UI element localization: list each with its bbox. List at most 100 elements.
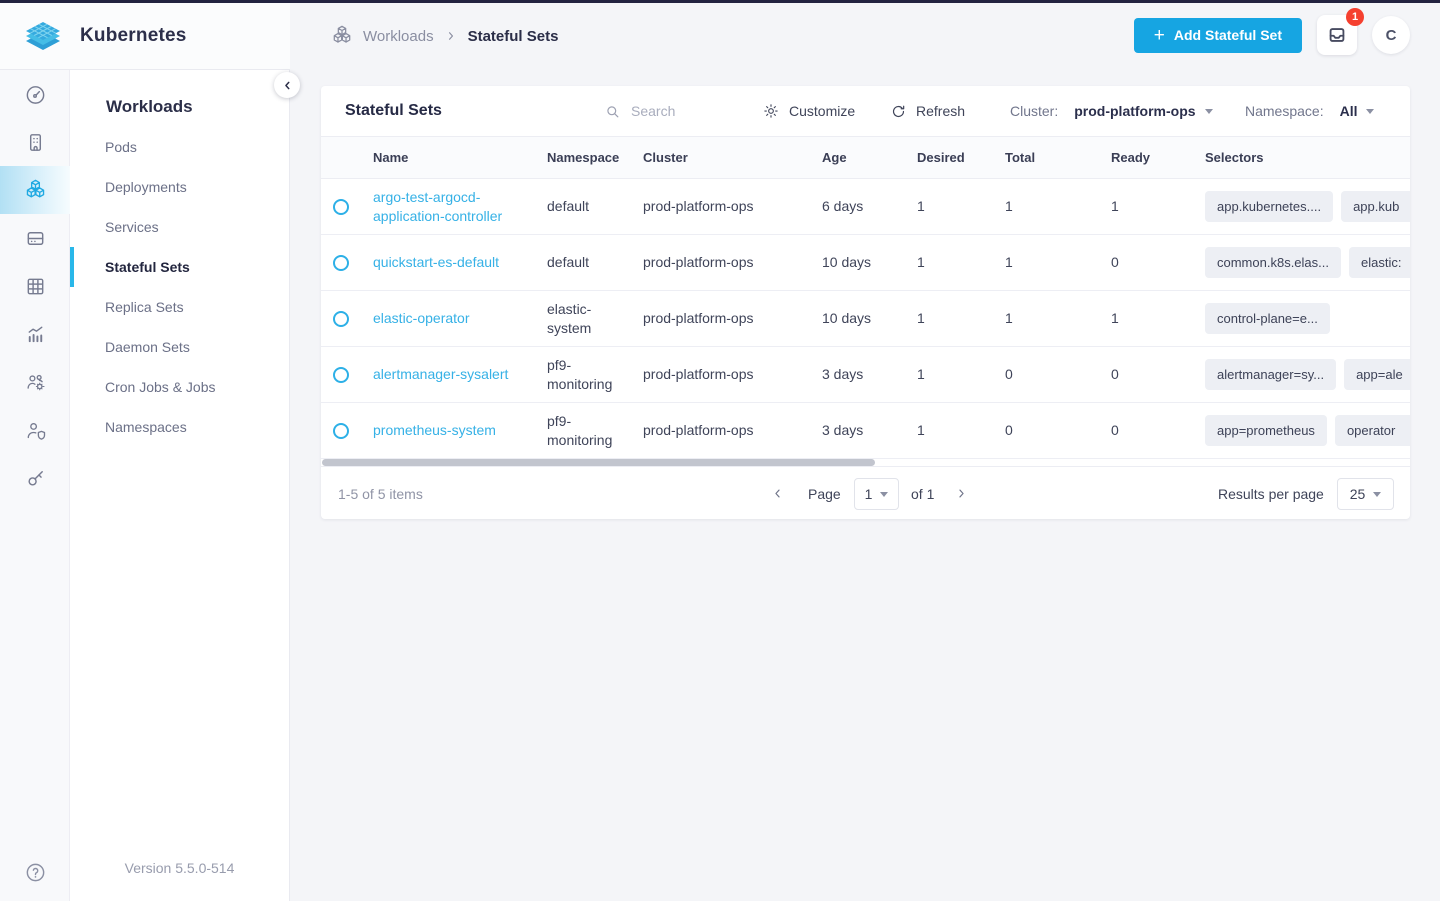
- caret-down-icon: [880, 491, 889, 497]
- cell-total: 1: [1005, 310, 1013, 327]
- stateful-set-link[interactable]: prometheus-system: [373, 422, 496, 438]
- stateful-set-link[interactable]: elastic-operator: [373, 310, 470, 326]
- cell-cluster: prod-platform-ops: [643, 198, 754, 215]
- sidebar-item-replica-sets[interactable]: Replica Sets: [70, 287, 289, 327]
- rail-item-user-security[interactable]: [0, 406, 70, 454]
- cell-selectors: alertmanager=sy... app=ale: [1205, 358, 1410, 391]
- chevron-left-icon: [280, 78, 295, 93]
- stateful-sets-card: Stateful Sets Search Customize Refresh C…: [321, 86, 1410, 519]
- stateful-set-link[interactable]: quickstart-es-default: [373, 254, 499, 270]
- users-gear-icon: [24, 371, 47, 394]
- column-header-name: Name: [373, 150, 409, 165]
- rail-item-user-management[interactable]: [0, 358, 70, 406]
- cell-total: 1: [1005, 198, 1013, 215]
- results-per-page-select[interactable]: 25: [1337, 478, 1394, 510]
- sidebar-item-stateful-sets[interactable]: Stateful Sets: [70, 247, 289, 287]
- selector-chip: app=ale: [1344, 358, 1410, 391]
- dashboard-gauge-icon: [24, 83, 47, 106]
- sidebar-item-namespaces[interactable]: Namespaces: [70, 407, 289, 447]
- previous-page-button[interactable]: [770, 467, 785, 519]
- customize-button[interactable]: Customize: [762, 86, 855, 136]
- cell-cluster: prod-platform-ops: [643, 422, 754, 439]
- avatar[interactable]: C: [1372, 16, 1410, 54]
- table-row: quickstart-es-default default prod-platf…: [321, 235, 1410, 291]
- sidebar-item-pods[interactable]: Pods: [70, 127, 289, 167]
- rail-item-storage[interactable]: [0, 214, 70, 262]
- namespace-select[interactable]: All: [1340, 103, 1375, 119]
- monitoring-chart-icon: [24, 323, 47, 346]
- breadcrumb-parent[interactable]: Workloads: [363, 28, 434, 45]
- rail-item-infrastructure[interactable]: [0, 118, 70, 166]
- search-input[interactable]: [631, 103, 761, 119]
- row-radio[interactable]: [333, 366, 349, 383]
- version-label: Version 5.5.0-514: [124, 860, 235, 876]
- page-select-value: 1: [864, 486, 873, 502]
- cell-cluster: prod-platform-ops: [643, 310, 754, 327]
- cell-namespace: default: [547, 254, 590, 271]
- table-row: prometheus-system pf9-monitoring prod-pl…: [321, 403, 1410, 459]
- selector-chip: app=prometheus: [1205, 414, 1327, 447]
- sidebar-item-label: Deployments: [105, 179, 187, 195]
- column-header-desired: Desired: [917, 150, 965, 165]
- apps-grid-icon: [24, 275, 47, 298]
- row-radio[interactable]: [333, 422, 349, 439]
- cell-age: 3 days: [822, 422, 864, 439]
- sidebar-item-label: Stateful Sets: [105, 259, 190, 275]
- items-summary: 1-5 of 5 items: [338, 485, 423, 502]
- sidebar-collapse-button[interactable]: [274, 72, 300, 98]
- rail-item-monitoring[interactable]: [0, 310, 70, 358]
- search-icon: [604, 103, 621, 120]
- results-per-page-label: Results per page: [1218, 485, 1324, 502]
- stateful-set-link[interactable]: argo-test-argocd-application-controller: [373, 189, 502, 224]
- horizontal-scrollbar[interactable]: [322, 459, 875, 466]
- cell-age: 3 days: [822, 366, 864, 383]
- column-header-cluster: Cluster: [643, 150, 688, 165]
- rail-item-workloads[interactable]: [0, 166, 70, 214]
- row-radio[interactable]: [333, 198, 349, 215]
- rail-item-api-access[interactable]: [0, 454, 70, 502]
- sidebar-item-daemon-sets[interactable]: Daemon Sets: [70, 327, 289, 367]
- sidebar-item-cron-jobs[interactable]: Cron Jobs & Jobs: [70, 367, 289, 407]
- cell-age: 10 days: [822, 254, 872, 271]
- cluster-select[interactable]: prod-platform-ops: [1074, 103, 1213, 119]
- row-radio[interactable]: [333, 310, 349, 327]
- selector-chip: operator: [1334, 414, 1410, 447]
- column-header-ready: Ready: [1111, 150, 1151, 165]
- building-icon: [24, 131, 47, 154]
- add-button-label: Add Stateful Set: [1173, 27, 1282, 43]
- page-select[interactable]: 1: [854, 478, 899, 510]
- cell-desired: 1: [917, 198, 925, 215]
- notifications-button[interactable]: 1: [1317, 8, 1364, 55]
- cell-cluster: prod-platform-ops: [643, 254, 754, 271]
- sidebar-item-services[interactable]: Services: [70, 207, 289, 247]
- refresh-icon: [890, 103, 907, 120]
- stateful-set-link[interactable]: alertmanager-sysalert: [373, 366, 508, 382]
- chevron-right-icon: [444, 29, 458, 43]
- sidebar-item-deployments[interactable]: Deployments: [70, 167, 289, 207]
- breadcrumb-current: Stateful Sets: [467, 27, 559, 45]
- help-button[interactable]: [0, 861, 70, 884]
- sidebar-item-label: Cron Jobs & Jobs: [105, 379, 216, 395]
- table-toolbar: Stateful Sets Search Customize Refresh C…: [321, 86, 1410, 136]
- cell-desired: 1: [917, 366, 925, 383]
- add-stateful-set-button[interactable]: + Add Stateful Set: [1133, 17, 1302, 53]
- user-shield-icon: [24, 419, 47, 442]
- cell-ready: 1: [1111, 310, 1119, 327]
- cell-selectors: app=prometheus operator: [1205, 414, 1410, 447]
- cell-desired: 1: [917, 310, 925, 327]
- rail-item-apps[interactable]: [0, 262, 70, 310]
- rail-item-dashboard[interactable]: [0, 70, 70, 118]
- table-title: Stateful Sets: [345, 102, 442, 119]
- namespace-label: Namespace:: [1245, 103, 1324, 119]
- refresh-button[interactable]: Refresh: [890, 86, 965, 136]
- namespace-dropdown: Namespace: All: [1245, 86, 1375, 136]
- caret-down-icon: [1373, 491, 1382, 497]
- cell-age: 10 days: [822, 310, 872, 327]
- sidebar-item-label: Pods: [105, 139, 137, 155]
- cell-ready: 0: [1111, 254, 1119, 271]
- column-header-selectors: Selectors: [1205, 150, 1264, 165]
- selector-chip: app.kubernetes....: [1205, 190, 1334, 223]
- next-page-button[interactable]: [954, 467, 969, 519]
- table-header-row: Name Namespace Cluster Age Desired Total…: [321, 136, 1410, 179]
- row-radio[interactable]: [333, 254, 349, 271]
